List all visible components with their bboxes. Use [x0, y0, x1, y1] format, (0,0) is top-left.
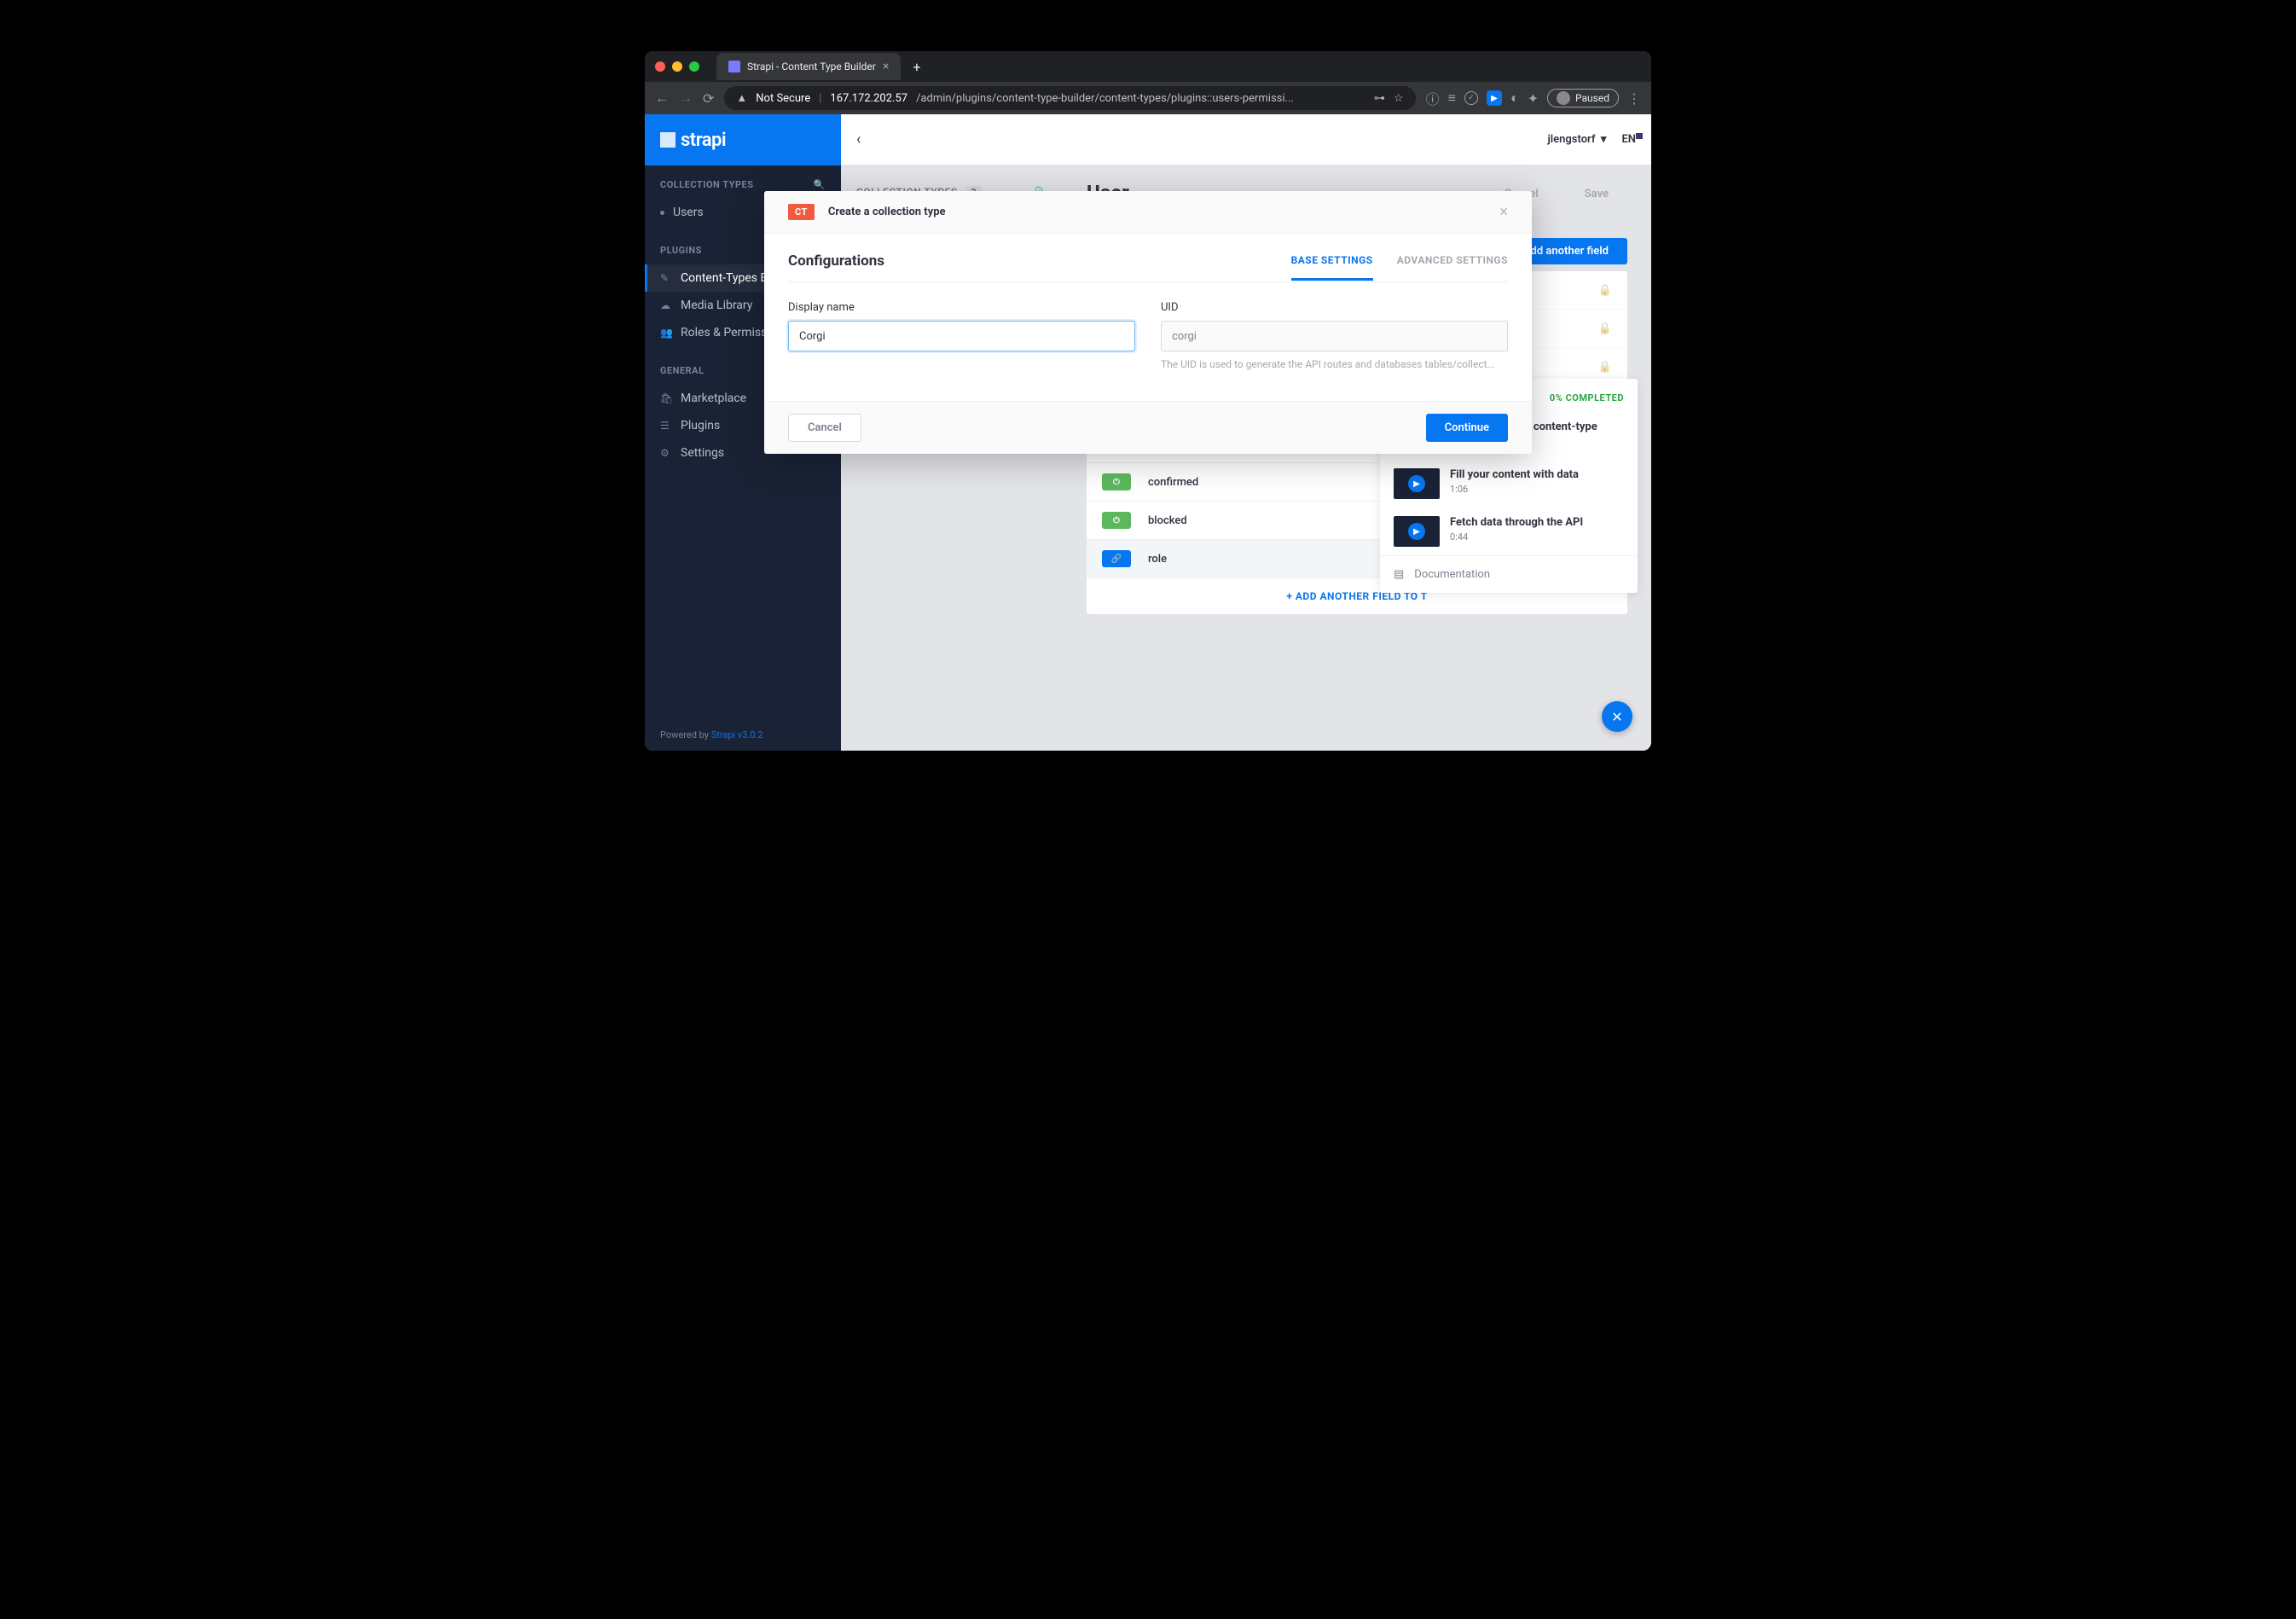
minimize-window-icon[interactable] — [672, 61, 682, 72]
close-icon[interactable]: × — [1499, 203, 1508, 221]
uid-input[interactable] — [1161, 321, 1508, 351]
avatar-icon — [1557, 91, 1570, 105]
tab-advanced-settings[interactable]: ADVANCED SETTINGS — [1397, 254, 1508, 281]
create-collection-modal: CT Create a collection type × Configurat… — [764, 191, 1532, 454]
address-bar[interactable]: ▲ Not Secure | 167.172.202.57/admin/plug… — [724, 86, 1415, 110]
ext-icon[interactable]: ≡ — [1448, 90, 1456, 107]
display-name-input[interactable] — [788, 321, 1135, 351]
zoom-icon[interactable]: ▶ — [1487, 90, 1502, 106]
uid-label: UID — [1161, 301, 1508, 314]
profile-paused[interactable]: Paused — [1547, 89, 1619, 107]
traffic-lights — [655, 61, 699, 72]
display-name-label: Display name — [788, 301, 1135, 314]
puzzle-icon[interactable]: ✦ — [1528, 90, 1539, 107]
uid-help: The UID is used to generate the API rout… — [1161, 358, 1508, 370]
ct-badge-icon: CT — [788, 204, 815, 220]
warning-icon: ▲ — [736, 91, 747, 105]
close-tab-icon[interactable]: × — [883, 60, 889, 73]
tab-base-settings[interactable]: BASE SETTINGS — [1291, 254, 1373, 281]
reload-button[interactable]: ⟳ — [703, 90, 714, 107]
ext2-icon[interactable]: ◐ — [1510, 90, 1519, 107]
new-tab-button[interactable]: + — [913, 59, 920, 75]
fullscreen-window-icon[interactable] — [689, 61, 699, 72]
modal-title: Create a collection type — [828, 206, 946, 218]
security-label: Not Secure — [756, 92, 810, 105]
modal-cancel-button[interactable]: Cancel — [788, 414, 861, 442]
tab-title: Strapi - Content Type Builder — [747, 61, 876, 73]
key-icon[interactable]: ⊶ — [1374, 92, 1385, 105]
modal-backdrop: CT Create a collection type × Configurat… — [645, 114, 1651, 751]
menu-icon[interactable]: ⋮ — [1627, 90, 1641, 107]
paused-label: Paused — [1575, 92, 1609, 104]
url-host: 167.172.202.57 — [830, 92, 907, 105]
forward-button[interactable]: → — [679, 90, 693, 107]
info-icon[interactable]: ⓘ — [1426, 88, 1440, 108]
close-window-icon[interactable] — [655, 61, 665, 72]
back-button[interactable]: ← — [655, 90, 669, 107]
browser-chrome: Strapi - Content Type Builder × + ← → ⟳ … — [645, 51, 1651, 114]
modal-continue-button[interactable]: Continue — [1426, 414, 1508, 442]
tab-favicon-icon — [728, 61, 740, 73]
check-icon[interactable]: ✓ — [1464, 91, 1478, 105]
url-path: /admin/plugins/content-type-builder/cont… — [916, 92, 1294, 105]
configurations-heading: Configurations — [788, 252, 884, 281]
browser-tab[interactable]: Strapi - Content Type Builder × — [716, 53, 901, 80]
bookmark-icon[interactable]: ☆ — [1394, 92, 1404, 105]
